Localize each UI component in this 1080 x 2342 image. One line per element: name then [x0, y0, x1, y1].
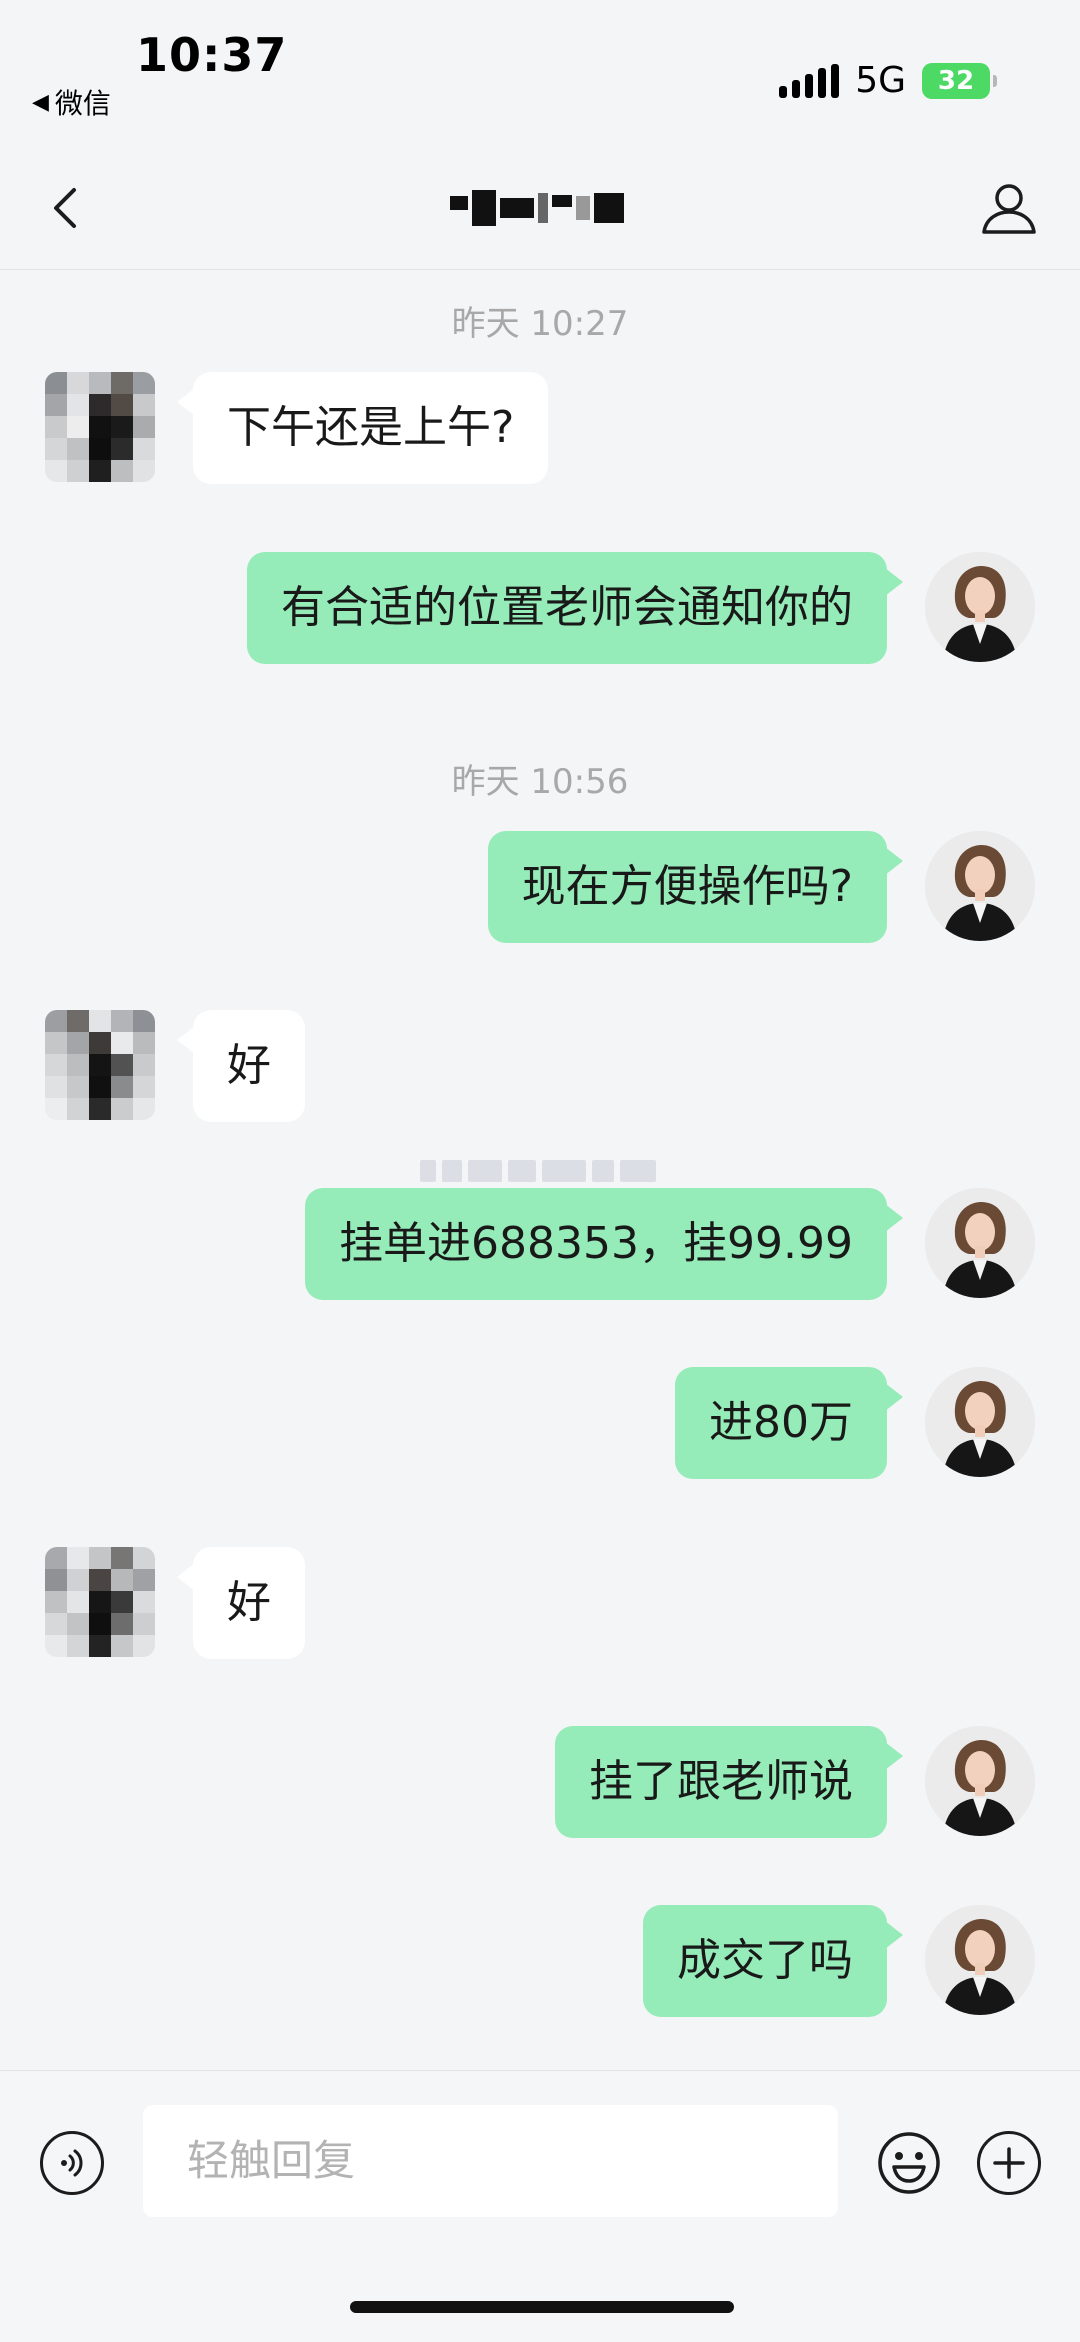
contact-avatar[interactable]: [45, 1547, 155, 1657]
user-avatar[interactable]: [925, 1367, 1035, 1477]
outgoing-message[interactable]: 现在方便操作吗?: [487, 831, 904, 943]
person-icon[interactable]: [978, 178, 1040, 240]
battery-level: 32: [937, 65, 975, 96]
plus-icon[interactable]: [977, 2131, 1041, 2195]
timestamp: 昨天 10:56: [451, 762, 629, 802]
incoming-message[interactable]: 下午还是上午?: [176, 372, 549, 484]
contact-avatar[interactable]: [45, 372, 155, 482]
user-avatar[interactable]: [925, 1188, 1035, 1298]
back-to-app[interactable]: ◀ 微信: [32, 82, 111, 122]
user-avatar[interactable]: [925, 1905, 1035, 2015]
back-app-label: 微信: [54, 87, 111, 120]
status-time: 10:37: [136, 28, 288, 82]
user-avatar[interactable]: [925, 552, 1035, 662]
user-avatar[interactable]: [925, 1726, 1035, 1836]
chat-title-redacted: [450, 186, 630, 230]
user-avatar[interactable]: [925, 831, 1035, 941]
redacted-text: [420, 1160, 660, 1182]
home-indicator[interactable]: [350, 2301, 734, 2313]
nav-bar: [0, 150, 1080, 270]
back-triangle-icon: ◀: [32, 89, 49, 115]
battery-icon: 32: [922, 62, 997, 99]
timestamp: 昨天 10:27: [451, 304, 629, 344]
chevron-left-icon[interactable]: [40, 178, 100, 238]
contact-avatar[interactable]: [45, 1010, 155, 1120]
network-type: 5G: [855, 60, 906, 101]
reply-input[interactable]: 轻触回复: [143, 2105, 838, 2217]
incoming-message[interactable]: 好: [177, 1547, 305, 1659]
incoming-message[interactable]: 好: [177, 1010, 305, 1122]
outgoing-message[interactable]: 进80万: [675, 1367, 903, 1479]
outgoing-message[interactable]: 有合适的位置老师会通知你的: [247, 552, 903, 664]
status-indicators: 5G 32: [779, 60, 997, 101]
outgoing-message[interactable]: 成交了吗: [643, 1905, 903, 2017]
outgoing-message[interactable]: 挂单进688353，挂99.99: [305, 1188, 903, 1300]
signal-icon: [779, 63, 840, 98]
emoji-icon[interactable]: [877, 2131, 941, 2195]
outgoing-message[interactable]: 挂了跟老师说: [555, 1726, 903, 1838]
status-bar: 10:37 ◀ 微信 5G 32: [0, 0, 1080, 150]
voice-icon[interactable]: [40, 2131, 104, 2195]
